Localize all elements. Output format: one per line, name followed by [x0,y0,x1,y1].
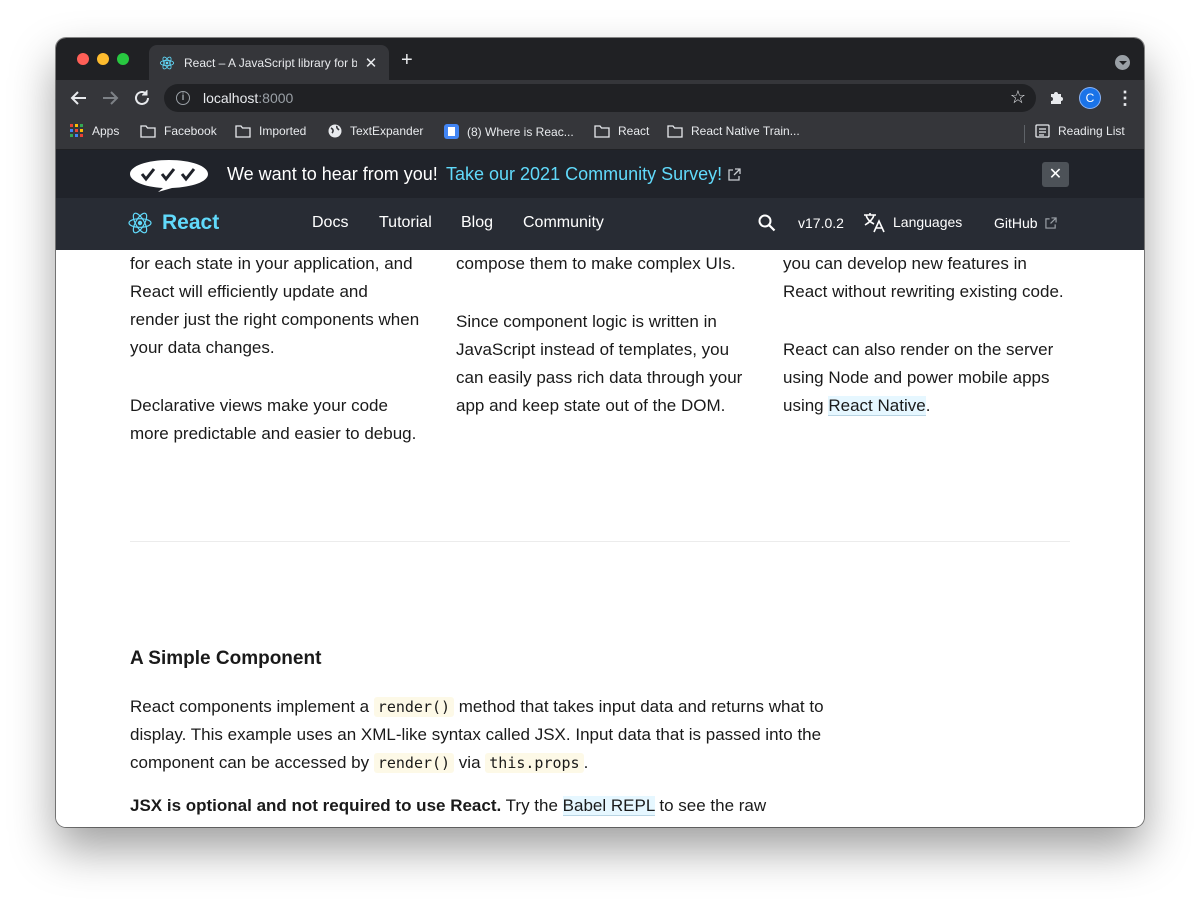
translate-icon [864,213,885,233]
nav-blog[interactable]: Blog [461,214,493,232]
section-divider [130,541,1070,542]
feature-column-declarative: for each state in your application, and … [130,250,420,478]
external-link-icon [1044,217,1057,229]
bookmark-apps[interactable]: Apps [70,124,119,138]
url-host: localhost [203,90,259,106]
nav-tutorial[interactable]: Tutorial [379,214,432,232]
browser-window: React – A JavaScript library for buildin… [56,38,1144,827]
bookmark-label: Reading List [1058,124,1125,138]
search-icon[interactable] [757,213,777,233]
version-link[interactable]: v17.0.2 [798,215,844,231]
bookmark-label: Apps [92,124,120,138]
bookmark-label: Facebook [164,124,217,138]
bookmark-star-icon[interactable]: ☆ [1010,87,1026,108]
feature-paragraph: React can also render on the server usin… [783,336,1073,420]
close-banner-button[interactable]: ✕ [1042,162,1069,187]
bookmark-react[interactable]: React [594,124,649,138]
bookmark-react-native[interactable]: React Native Train... [667,124,800,138]
bookmark-textexpander[interactable]: TextExpander [328,124,423,138]
reload-icon[interactable] [131,87,153,109]
tab-search-icon[interactable] [1115,55,1130,70]
browser-tab[interactable]: React – A JavaScript library for buildin… [149,45,389,80]
feature-paragraph: you can develop new features in React wi… [783,254,1064,301]
simple-component-description: React components implement a render() me… [130,693,850,777]
feature-paragraph: Since component logic is written in Java… [456,312,743,415]
react-native-link[interactable]: React Native [828,396,926,416]
reading-list-icon [1035,124,1050,138]
tab-close-icon[interactable]: ✕ [363,54,379,72]
babel-repl-link[interactable]: Babel REPL [562,796,655,816]
feature-paragraph: Declarative views make your code more pr… [130,396,417,443]
feature-column-component-based: compose them to make complex UIs. Since … [456,250,746,450]
bold-text: JSX is optional and not required to use … [130,796,502,815]
site-info-icon[interactable]: i [176,91,190,105]
github-label: GitHub [994,215,1038,231]
github-link[interactable]: GitHub [994,215,1057,231]
feature-column-learn-once: you can develop new features in React wi… [783,250,1073,450]
main-content: for each state in your application, and … [56,250,1144,827]
jsx-optional-paragraph: JSX is optional and not required to use … [130,792,850,827]
folder-icon [140,125,156,138]
inline-code: render() [373,753,455,773]
brand-title: React [162,211,220,234]
folder-icon [667,125,683,138]
bookmark-label: TextExpander [350,124,424,138]
minimize-window-button[interactable] [97,53,109,65]
feature-paragraph: for each state in your application, and … [130,254,420,357]
bookmark-label: (8) Where is Reac... [467,124,574,139]
languages-label: Languages [893,214,963,230]
paragraph-text: React components implement a [130,697,374,716]
paragraph-text: via [454,753,486,772]
title-bar: React – A JavaScript library for buildin… [56,38,1144,80]
url-port: :8000 [258,90,294,106]
react-logo-icon [128,212,152,234]
banner-text: We want to hear from you! [227,164,438,184]
feature-paragraph: compose them to make complex UIs. [456,254,736,273]
folder-icon [235,125,251,138]
bookmark-where-is-react[interactable]: (8) Where is Reac... [444,124,574,139]
forward-arrow-icon[interactable] [99,87,121,109]
react-home-link[interactable]: React [128,211,219,235]
paragraph-text: . [925,396,931,415]
bookmarks-bar: Apps Facebook Imported TextExpander (8) … [56,116,1144,150]
inline-code: this.props [485,753,584,773]
bookmark-facebook[interactable]: Facebook [140,124,217,138]
react-favicon-icon [159,56,175,69]
paragraph-text: Try the [501,796,563,815]
zoom-window-button[interactable] [117,53,129,65]
browser-menu-icon[interactable]: ⋮ [1116,86,1134,110]
browser-toolbar: i localhost :8000 ☆ C ⋮ [56,80,1144,116]
apps-grid-icon [70,124,83,137]
back-arrow-icon[interactable] [68,87,90,109]
survey-speech-bubble-icon [130,160,208,192]
nav-docs[interactable]: Docs [312,214,348,232]
site-header: React Docs Tutorial Blog Community v17.0… [56,198,1144,250]
survey-link[interactable]: Take our 2021 Community Survey! [446,164,722,185]
bookmarks-separator [1024,125,1025,143]
extensions-puzzle-icon[interactable] [1048,89,1066,107]
folder-icon [594,125,610,138]
tab-title: React – A JavaScript library for buildin… [184,55,357,70]
survey-banner: We want to hear from you! Take our 2021 … [56,150,1144,198]
bookmark-label: React [618,124,650,138]
bookmark-imported[interactable]: Imported [235,124,306,138]
document-app-icon [444,124,459,139]
bookmark-label: React Native Train... [691,124,800,138]
external-link-icon [728,168,741,181]
profile-avatar[interactable]: C [1080,88,1100,108]
close-window-button[interactable] [77,53,89,65]
globe-icon [328,124,342,138]
page-viewport: We want to hear from you! Take our 2021 … [56,150,1144,827]
section-title: A Simple Component [130,648,322,669]
reading-list[interactable]: Reading List [1035,124,1125,138]
bookmark-label: Imported [259,124,307,138]
address-bar[interactable]: i localhost :8000 ☆ [164,84,1036,112]
new-tab-button[interactable]: + [401,50,413,70]
languages-link[interactable]: Languages [862,211,962,233]
inline-code: render() [373,697,455,717]
paragraph-text: . [583,753,589,772]
nav-community[interactable]: Community [523,214,604,232]
